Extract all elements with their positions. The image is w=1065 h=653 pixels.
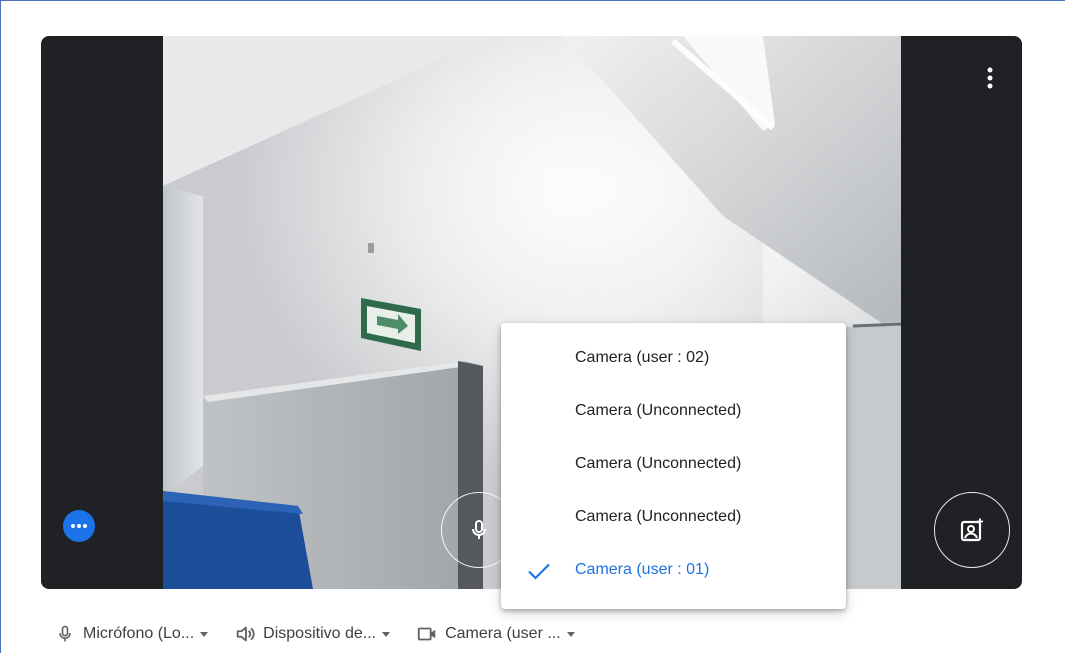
speaker-icon: [233, 622, 257, 646]
camera-option-user-01[interactable]: Camera (user : 01): [501, 543, 846, 596]
camera-option-unconnected-3[interactable]: Camera (Unconnected): [501, 490, 846, 543]
dropdown-arrow-icon: [566, 632, 575, 637]
visual-effects-button[interactable]: [934, 492, 1010, 568]
camera-option-unconnected-2[interactable]: Camera (Unconnected): [501, 437, 846, 490]
window-frame: Camera (user : 02) Camera (Unconnected) …: [0, 0, 1065, 653]
microphone-icon: [53, 622, 77, 646]
video-camera-icon: [415, 622, 439, 646]
speaker-select[interactable]: Dispositivo de...: [233, 622, 391, 646]
camera-option-unconnected-1[interactable]: Camera (Unconnected): [501, 384, 846, 437]
more-actions-button[interactable]: [63, 510, 95, 542]
dropdown-arrow-icon: [200, 632, 209, 637]
camera-option-label: Camera (Unconnected): [575, 507, 742, 525]
device-selector-bar: Micrófono (Lo... Dispositivo de... Camer…: [53, 615, 600, 653]
microphone-select-label: Micrófono (Lo...: [83, 625, 195, 642]
camera-option-label: Camera (user : 02): [575, 348, 710, 366]
speaker-select-label: Dispositivo de...: [263, 625, 377, 642]
camera-select-label: Camera (user ...: [445, 625, 561, 642]
camera-select-menu: Camera (user : 02) Camera (Unconnected) …: [501, 323, 846, 609]
camera-select[interactable]: Camera (user ...: [415, 622, 576, 646]
camera-option-user-02[interactable]: Camera (user : 02): [501, 331, 846, 384]
checkmark-icon: [528, 563, 550, 580]
microphone-select[interactable]: Micrófono (Lo...: [53, 622, 209, 646]
portrait-effects-icon: [960, 518, 983, 542]
more-options-icon[interactable]: [976, 64, 1004, 92]
ellipsis-icon: [71, 524, 87, 528]
microphone-icon: [472, 520, 486, 539]
dropdown-arrow-icon: [382, 632, 391, 637]
camera-option-label: Camera (Unconnected): [575, 454, 742, 472]
camera-option-label: Camera (user : 01): [575, 560, 710, 578]
camera-option-label: Camera (Unconnected): [575, 401, 742, 419]
